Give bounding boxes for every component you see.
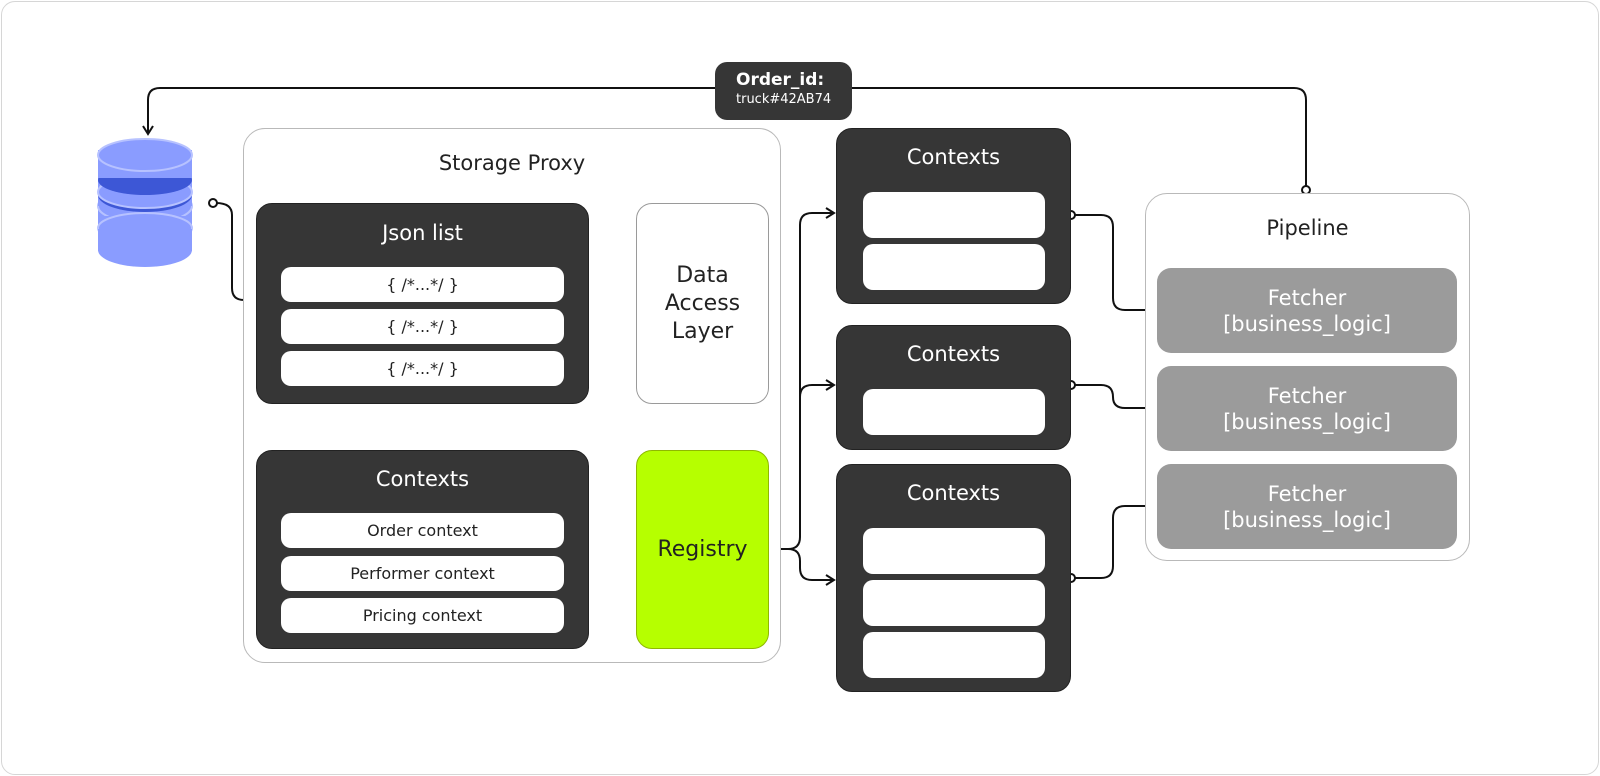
fetcher-3: Fetcher [business_logic] bbox=[1157, 464, 1457, 549]
fetcher-name: Fetcher bbox=[1267, 285, 1347, 310]
connector-contexts-2-to-fetcher-2 bbox=[1075, 384, 1157, 414]
fetcher-2: Fetcher [business_logic] bbox=[1157, 366, 1457, 451]
context-slot bbox=[863, 528, 1045, 574]
fetcher-detail: [business_logic] bbox=[1223, 311, 1391, 336]
context-slot bbox=[863, 632, 1045, 678]
data-access-layer-title: Data Access Layer bbox=[664, 262, 741, 344]
contexts-group-2: Contexts bbox=[836, 325, 1071, 450]
storage-proxy-title: Storage Proxy bbox=[438, 151, 586, 175]
context-slot bbox=[863, 244, 1045, 290]
order-id-badge: Order_id: truck#42AB74 bbox=[715, 62, 852, 120]
contexts-group-title: Contexts bbox=[906, 481, 1001, 505]
connector-registry-to-contexts-2 bbox=[799, 379, 836, 398]
connector-registry-to-contexts-1 bbox=[772, 207, 836, 550]
json-item: { /*...*/ } bbox=[281, 351, 564, 386]
context-item-order: Order context bbox=[281, 513, 564, 548]
json-list: Json list { /*...*/ } { /*...*/ } { /*..… bbox=[256, 203, 589, 404]
fetcher-name: Fetcher bbox=[1267, 383, 1347, 408]
registry: Registry bbox=[636, 450, 769, 649]
contexts-group-title: Contexts bbox=[906, 145, 1001, 169]
fetcher-detail: [business_logic] bbox=[1223, 409, 1391, 434]
json-item: { /*...*/ } bbox=[281, 267, 564, 302]
connector-contexts-3-to-fetcher-3 bbox=[1075, 500, 1157, 579]
fetcher-detail: [business_logic] bbox=[1223, 507, 1391, 532]
data-access-layer: Data Access Layer bbox=[636, 203, 769, 404]
order-id-value: truck#42AB74 bbox=[736, 92, 832, 107]
context-slot bbox=[863, 580, 1045, 626]
context-slot bbox=[863, 192, 1045, 238]
json-item: { /*...*/ } bbox=[281, 309, 564, 344]
contexts-title: Contexts bbox=[375, 467, 470, 491]
contexts-group-3: Contexts bbox=[836, 464, 1071, 692]
registry-title: Registry bbox=[657, 537, 748, 562]
contexts-group-1: Contexts bbox=[836, 128, 1071, 304]
context-slot bbox=[863, 389, 1045, 435]
connector-contexts-1-to-fetcher-1 bbox=[1075, 214, 1157, 316]
contexts-storage: Contexts Order context Performer context… bbox=[256, 450, 589, 649]
diagram: Order_id: truck#42AB74 Storage Proxy Jso… bbox=[0, 0, 1600, 776]
context-item-pricing: Pricing context bbox=[281, 598, 564, 633]
context-item-performer: Performer context bbox=[281, 556, 564, 591]
connector-registry-to-contexts-3 bbox=[787, 548, 836, 586]
database-icon bbox=[97, 138, 193, 267]
port-db bbox=[208, 198, 218, 208]
fetcher-name: Fetcher bbox=[1267, 481, 1347, 506]
order-id-label: Order_id: bbox=[736, 70, 825, 90]
fetcher-1: Fetcher [business_logic] bbox=[1157, 268, 1457, 353]
contexts-group-title: Contexts bbox=[906, 342, 1001, 366]
json-list-title: Json list bbox=[382, 221, 463, 245]
pipeline-title: Pipeline bbox=[1266, 216, 1349, 240]
